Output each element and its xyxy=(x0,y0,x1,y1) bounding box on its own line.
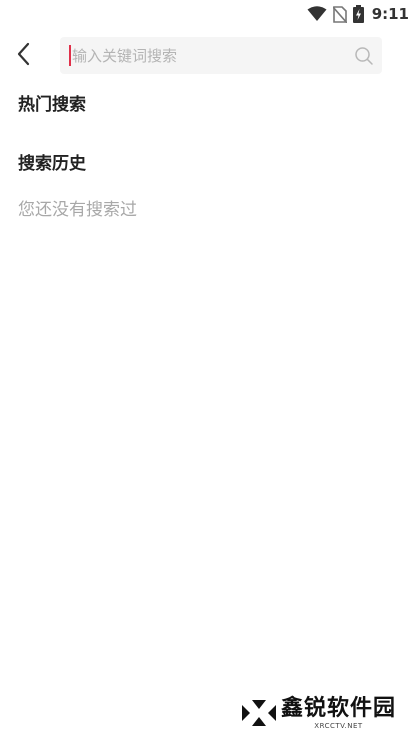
no-sim-icon xyxy=(332,5,347,23)
battery-charging-icon xyxy=(352,5,364,23)
search-history-title: 搜索历史 xyxy=(18,154,86,174)
status-time: 9:11 xyxy=(371,5,409,23)
search-icon[interactable] xyxy=(354,46,374,66)
search-box[interactable] xyxy=(60,37,382,74)
status-icons: 9:11 xyxy=(307,5,409,23)
back-button[interactable] xyxy=(8,40,40,72)
watermark-subtitle: XRCCTV.NET xyxy=(314,722,363,730)
xr-logo-icon xyxy=(240,696,278,734)
watermark-title: 鑫锐软件园 xyxy=(281,696,397,721)
status-bar: 9:11 xyxy=(0,0,417,28)
wifi-icon xyxy=(307,6,327,22)
watermark: 鑫锐软件园 XRCCTV.NET xyxy=(240,696,396,734)
hot-search-title: 热门搜索 xyxy=(18,95,86,115)
search-input[interactable] xyxy=(72,37,342,74)
chevron-left-icon xyxy=(16,42,32,70)
text-cursor xyxy=(69,45,71,66)
history-empty-text: 您还没有搜索过 xyxy=(18,200,137,220)
